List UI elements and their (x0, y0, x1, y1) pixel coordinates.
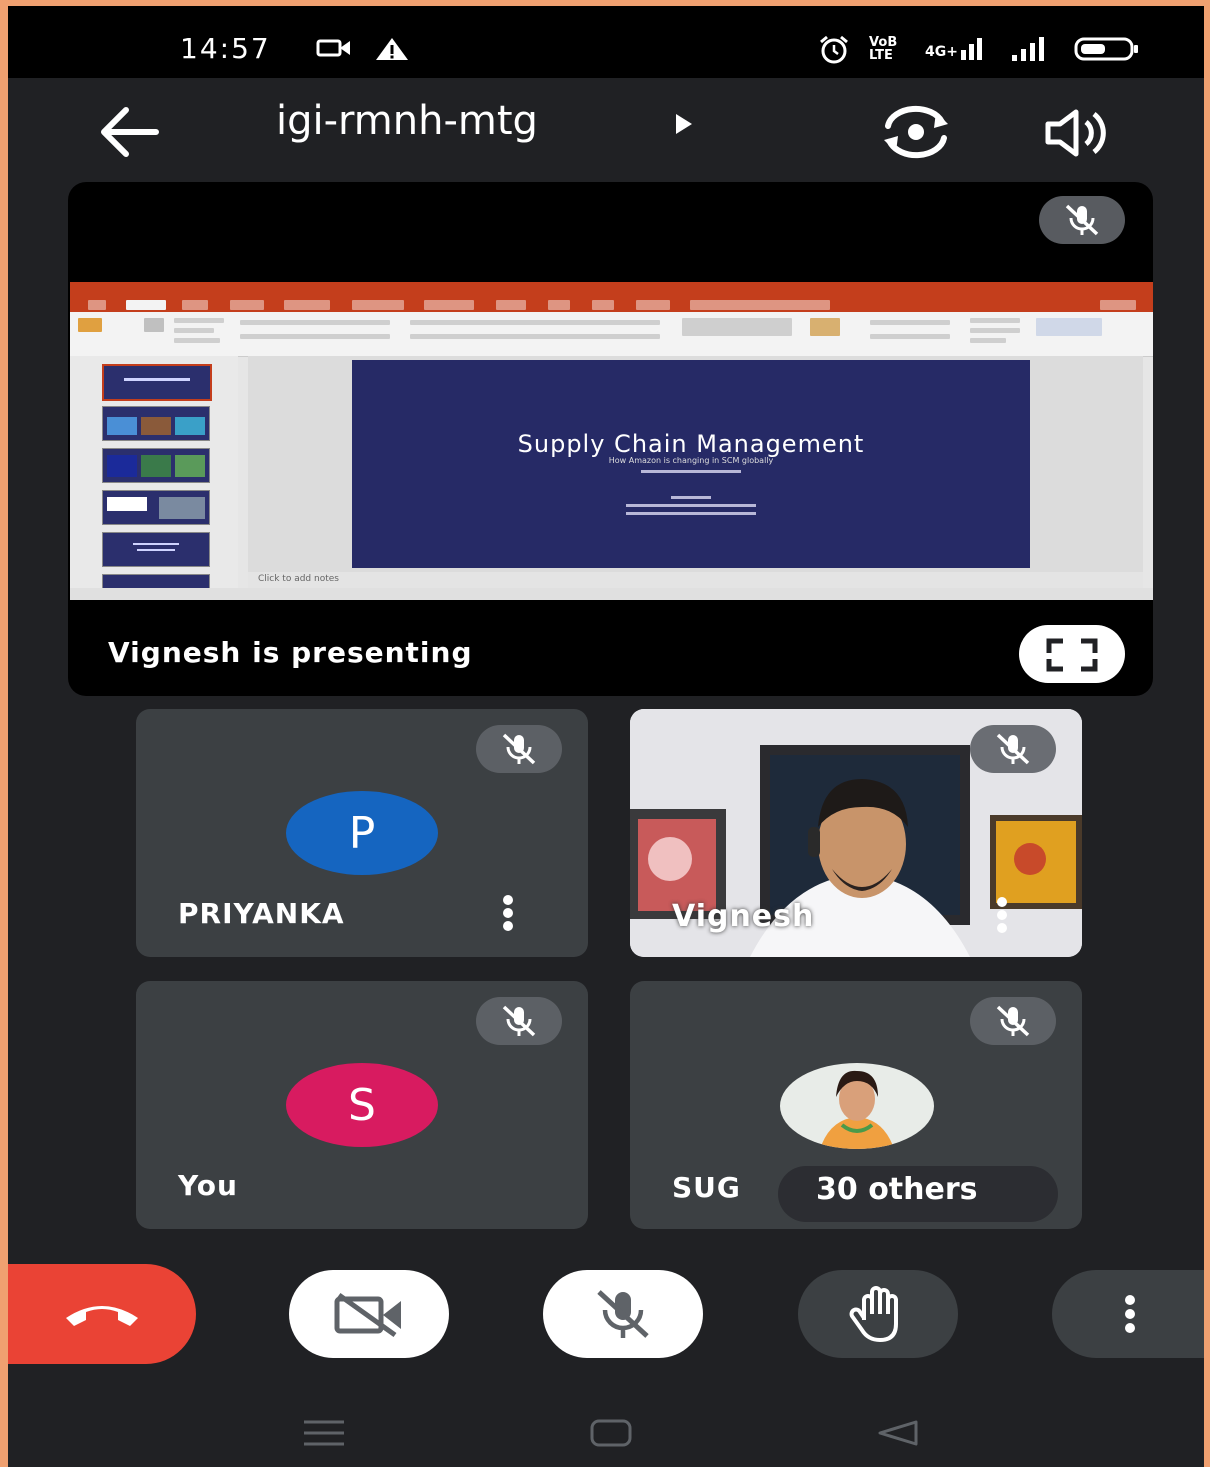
shared-screen: Supply Chain Management How Amazon is ch… (70, 282, 1153, 600)
slide-subtitle: How Amazon is changing in SCM globally (608, 456, 774, 465)
avatar: P (286, 791, 438, 875)
avatar-initial: S (348, 1079, 376, 1131)
slide-thumbnails (70, 356, 238, 596)
alarm-icon (820, 35, 848, 64)
speaker-icon[interactable] (1044, 106, 1110, 160)
mic-off-icon (970, 997, 1056, 1045)
battery-icon (1074, 37, 1138, 61)
end-call-button[interactable] (8, 1264, 196, 1364)
status-right-icons: VoB LTE 4G+ (817, 34, 1140, 64)
notes-bar[interactable]: Click to add notes (248, 572, 1143, 588)
avatar (780, 1063, 934, 1149)
notes-placeholder: Click to add notes (258, 574, 339, 584)
avatar-initial: P (348, 807, 376, 859)
phone-screen: 14:57 VoB LTE 4G+ igi-rmnh-mtg Supply Ch… (8, 6, 1204, 1467)
mic-off-icon (1039, 196, 1125, 244)
mic-off-icon (597, 1290, 649, 1338)
home-icon[interactable] (590, 1418, 632, 1448)
slide-thumbnail[interactable] (102, 406, 210, 441)
participant-name: You (178, 1169, 238, 1202)
meeting-top-bar: igi-rmnh-mtg (8, 78, 1204, 182)
ppt-ribbon-tabs (70, 298, 1153, 312)
ppt-title-bar (70, 282, 1153, 298)
participant-name: SUG (672, 1171, 741, 1204)
more-options-icon[interactable] (498, 895, 518, 935)
mic-off-icon (970, 725, 1056, 773)
slide-canvas: Supply Chain Management How Amazon is ch… (248, 356, 1143, 572)
switch-camera-icon[interactable] (880, 102, 952, 162)
signal-icon (1012, 37, 1044, 61)
status-bar: 14:57 VoB LTE 4G+ (8, 6, 1204, 78)
camera-toggle-button[interactable] (289, 1270, 449, 1358)
ppt-ribbon (70, 312, 1153, 357)
mic-off-icon (476, 997, 562, 1045)
participant-name: Vignesh (672, 899, 815, 934)
recents-icon[interactable] (302, 1418, 346, 1448)
slide-thumbnail[interactable] (102, 532, 210, 567)
4g-signal-icon: 4G+ (925, 38, 982, 60)
network-label: 4G+ (925, 44, 958, 60)
fullscreen-icon (1046, 638, 1098, 672)
presentation-tile[interactable]: Supply Chain Management How Amazon is ch… (68, 182, 1153, 696)
more-options-icon (1125, 1295, 1135, 1333)
ppt-status-bar (70, 588, 1153, 600)
camera-off-icon (334, 1292, 401, 1338)
mic-toggle-button[interactable] (543, 1270, 703, 1358)
presenting-label: Vignesh is presenting (108, 636, 473, 669)
play-arrow-icon[interactable] (676, 114, 692, 134)
status-time: 14:57 (180, 32, 271, 65)
current-slide: Supply Chain Management How Amazon is ch… (352, 360, 1030, 568)
volte-icon: VoB LTE (869, 35, 898, 63)
video-camera-icon (316, 39, 350, 57)
slide-thumbnail[interactable] (102, 364, 212, 401)
back-arrow-icon[interactable] (98, 104, 162, 160)
participant-name: PRIYANKA (178, 897, 345, 930)
participant-tile-you[interactable]: S You (136, 981, 588, 1229)
meeting-code[interactable]: igi-rmnh-mtg (276, 98, 538, 144)
more-options-icon[interactable] (992, 897, 1012, 937)
mic-off-icon (476, 725, 562, 773)
slide-thumbnail[interactable] (102, 448, 210, 483)
participant-tile-vignesh[interactable]: Vignesh (630, 709, 1082, 957)
fullscreen-button[interactable] (1019, 625, 1125, 683)
warning-icon (376, 38, 408, 60)
end-call-icon (66, 1306, 138, 1326)
more-options-button[interactable] (1052, 1270, 1204, 1358)
participant-tile-priyanka[interactable]: P PRIYANKA (136, 709, 588, 957)
back-icon[interactable] (876, 1418, 920, 1448)
raise-hand-icon (849, 1286, 898, 1342)
slide-thumbnail[interactable] (102, 490, 210, 525)
others-count[interactable]: 30 others (816, 1172, 978, 1207)
avatar: S (286, 1063, 438, 1147)
slide-title: Supply Chain Management (517, 430, 865, 458)
raise-hand-button[interactable] (798, 1270, 958, 1358)
